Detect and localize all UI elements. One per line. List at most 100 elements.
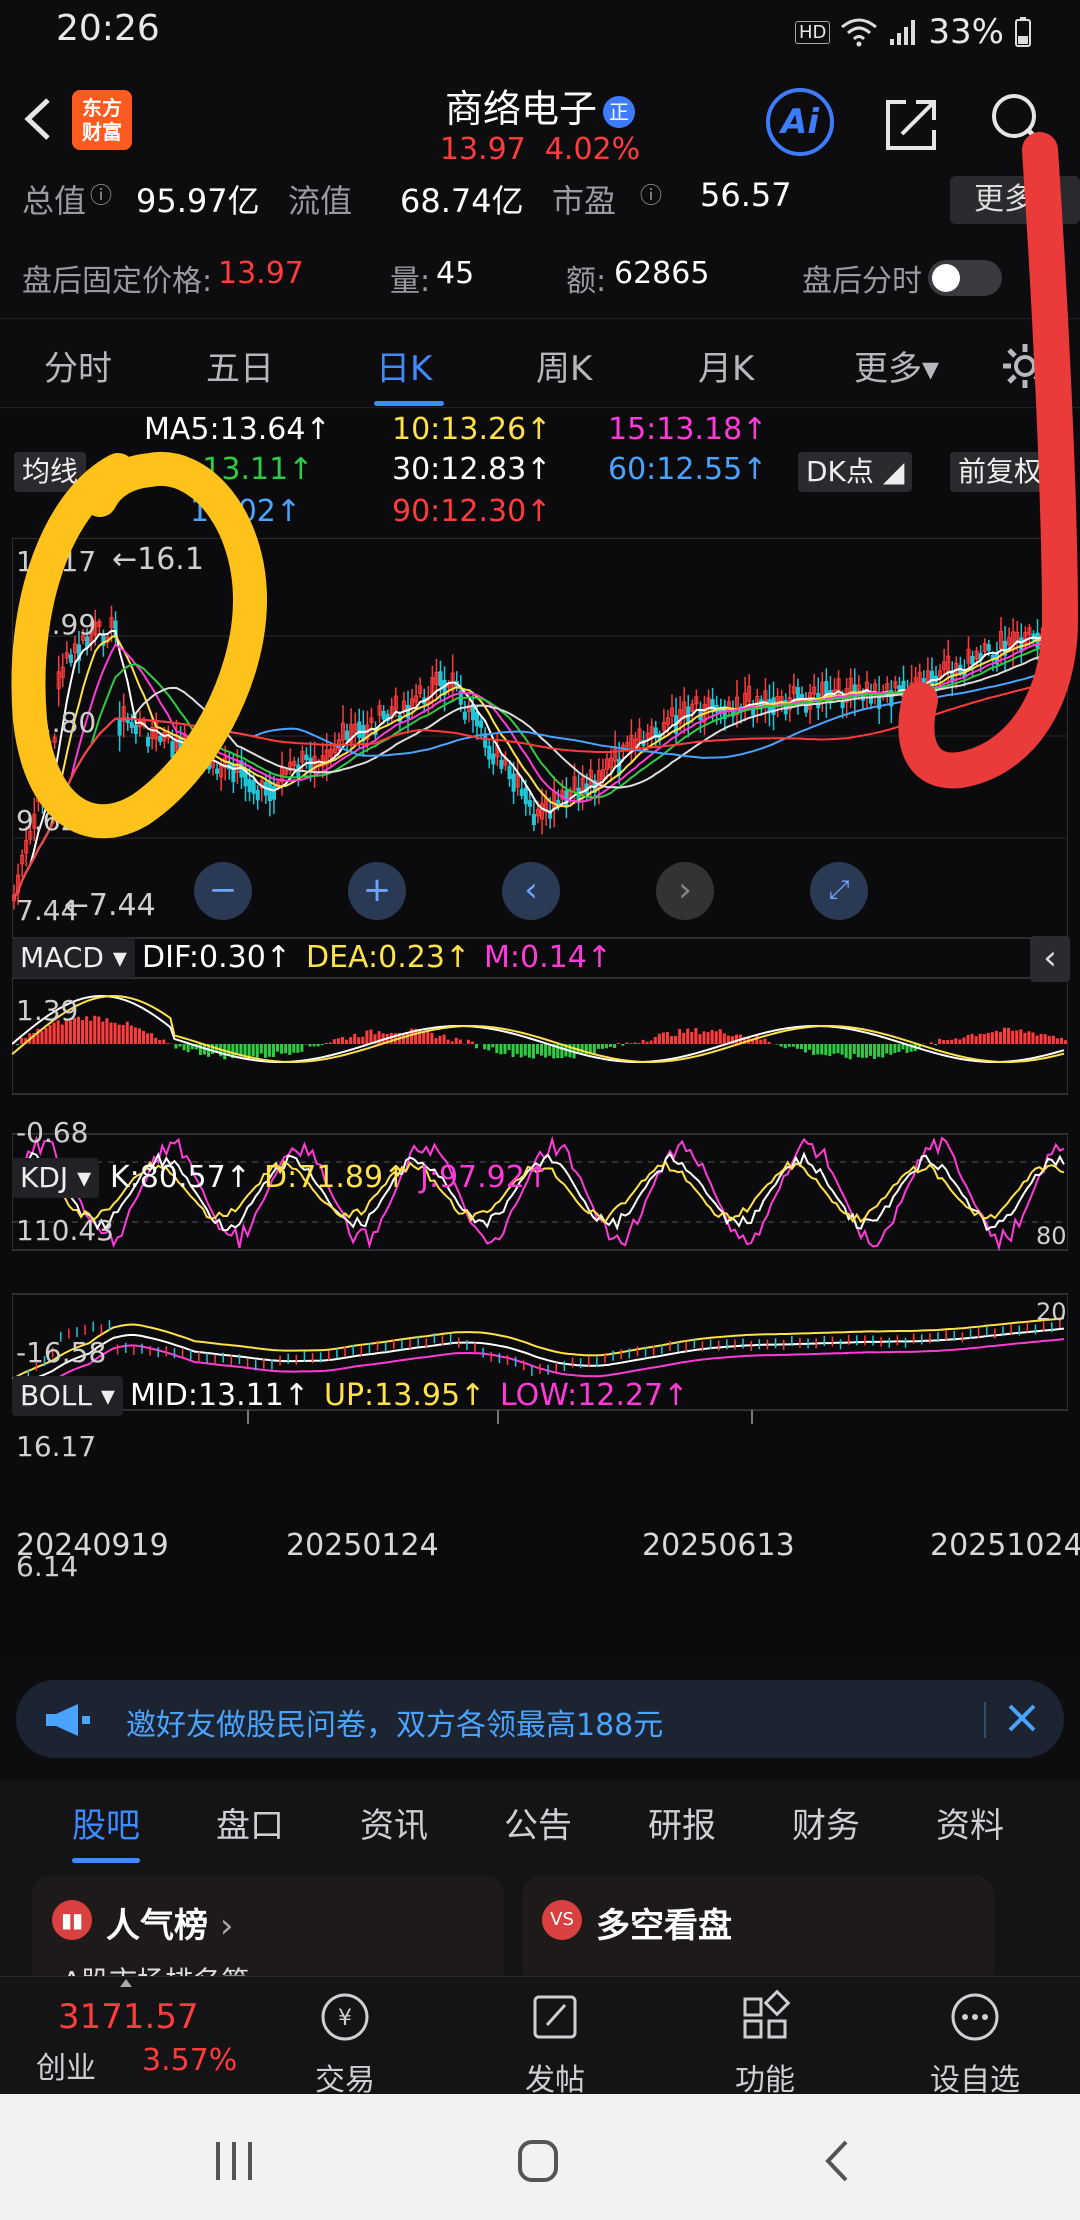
- nav-add-watchlist-label: 设自选: [930, 2063, 1020, 2098]
- recent-apps-icon[interactable]: [204, 2136, 264, 2186]
- active-tab-underline: [374, 401, 444, 406]
- macd-indicator-select[interactable]: MACD ▾: [12, 938, 135, 978]
- tab-five-day[interactable]: 五日: [206, 341, 274, 390]
- total-value-label: 总值: [22, 182, 87, 220]
- tab-intraday[interactable]: 分时: [44, 341, 112, 390]
- kdj-axis-top: 110.43: [16, 1214, 114, 1247]
- bull-bear-card[interactable]: VS 多空看盘: [522, 1876, 994, 1976]
- edit-icon: [533, 1995, 577, 2039]
- kdj-indicator-select[interactable]: KDJ ▾: [12, 1158, 100, 1198]
- nav-trade-label: 交易: [315, 2063, 375, 2098]
- tab-guba[interactable]: 股吧: [72, 1798, 140, 1847]
- tab-announcements[interactable]: 公告: [504, 1798, 572, 1847]
- status-icons: HD 33%: [795, 12, 1032, 52]
- share-icon[interactable]: [880, 92, 944, 156]
- zoom-in-button[interactable]: +: [348, 862, 406, 920]
- pe-info-icon[interactable]: ⓘ: [640, 178, 662, 210]
- gear-icon[interactable]: [1000, 341, 1050, 391]
- gridlines: [12, 538, 1068, 1424]
- stock-header: 东方 财富 商络电子正 13.97 4.02% Ai: [0, 64, 1080, 176]
- search-icon[interactable]: [986, 88, 1050, 152]
- volume-value: 45: [436, 256, 475, 291]
- nav-add-watchlist[interactable]: 设自选: [900, 1987, 1050, 2099]
- kdj-axis-bottom: -16.58: [16, 1336, 107, 1369]
- max-price-marker: ←16.1: [112, 542, 204, 577]
- nav-functions[interactable]: 功能: [690, 1987, 840, 2099]
- ma-label: 均线: [22, 455, 79, 488]
- tab-research[interactable]: 研报: [648, 1798, 716, 1847]
- promo-banner[interactable]: 邀好友做股民问卷，双方各领最高188元: [16, 1680, 1064, 1758]
- bull-bear-title: 多空看盘: [596, 1906, 732, 1946]
- tab-news[interactable]: 资讯: [360, 1798, 428, 1847]
- megaphone-icon: [46, 1704, 90, 1736]
- tab-weekly-k[interactable]: 周K: [536, 341, 592, 390]
- adjust-mode-button[interactable]: 前复权: [950, 452, 1051, 492]
- wifi-icon: [841, 18, 878, 47]
- popularity-card[interactable]: ▮▮ 人气榜 › A股市场排名第: [32, 1876, 504, 1976]
- pe-label: 市盈: [552, 182, 617, 220]
- legend-ma60: 60:12.55↑: [608, 452, 768, 487]
- float-value-label: 流值: [288, 182, 353, 220]
- nav-trade[interactable]: ¥ 交易: [270, 1987, 420, 2099]
- scroll-left-button[interactable]: ‹: [502, 862, 560, 920]
- amount-value: 62865: [614, 256, 710, 291]
- boll-indicator-select[interactable]: BOLL ▾: [12, 1376, 123, 1416]
- date-label-1: 20240919: [16, 1528, 169, 1563]
- kline-chart-area[interactable]: MA5:13.64↑ 10:13.26↑ 15:13.18↑ 均线 20:13.…: [0, 410, 1080, 1660]
- kdj-ref-80: 80: [1036, 1222, 1067, 1250]
- macd-plot: [12, 994, 1067, 1064]
- collapse-panel-button[interactable]: ‹: [1030, 936, 1070, 982]
- content-tabs: 股吧 盘口 资讯 公告 研报 财务 资料: [0, 1780, 1080, 1866]
- status-bar: 20:26 HD 33%: [0, 0, 1080, 64]
- date-label-3: 20250613: [642, 1528, 795, 1563]
- after-hours-price-label: 盘后固定价格:: [22, 264, 213, 299]
- boll-name: BOLL: [20, 1379, 92, 1412]
- tab-pankou[interactable]: 盘口: [216, 1798, 284, 1847]
- grid-icon: [743, 1989, 791, 2039]
- ai-assistant-icon[interactable]: Ai: [766, 88, 834, 156]
- tab-daily-k[interactable]: 日K: [376, 341, 432, 390]
- legend-ma15: 15:13.18↑: [608, 412, 768, 447]
- zoom-out-button[interactable]: −: [194, 862, 252, 920]
- info-icon[interactable]: ⓘ: [90, 178, 112, 210]
- axis-level-2: 13.99: [16, 608, 97, 641]
- date-label-2: 20250124: [286, 1528, 439, 1563]
- nav-post[interactable]: 发帖: [480, 1987, 630, 2099]
- popularity-subtitle: A股市场排名第: [62, 1960, 249, 1976]
- home-icon[interactable]: [508, 2136, 568, 2186]
- candlestick-plot: [12, 595, 1068, 910]
- more-button[interactable]: 更多: [950, 176, 1080, 224]
- fullscreen-button[interactable]: ⤢: [810, 862, 868, 920]
- active-section-underline: [72, 1858, 140, 1863]
- kdj-name: KDJ: [20, 1161, 69, 1194]
- popularity-title: 人气榜 ›: [106, 1906, 234, 1946]
- tab-finance[interactable]: 财务: [792, 1798, 860, 1847]
- min-price-marker-text: ←7.44: [63, 888, 156, 923]
- stock-name-text: 商络电子: [444, 87, 597, 131]
- scroll-right-button[interactable]: ›: [656, 862, 714, 920]
- tab-profile[interactable]: 资料: [936, 1798, 1004, 1847]
- tab-more[interactable]: 更多▾: [854, 341, 939, 390]
- back-icon[interactable]: [808, 2136, 868, 2186]
- macd-axis-top: 1.39: [16, 994, 79, 1027]
- axis-level-4: 9.62: [16, 804, 79, 837]
- ma-settings-button[interactable]: 均线: [14, 452, 87, 492]
- tab-monthly-k[interactable]: 月K: [698, 341, 754, 390]
- kdj-d: D:71.89↑: [264, 1160, 409, 1195]
- index-change-pct: 3.57%: [142, 2043, 238, 2078]
- legend-ma90: 90:12.30↑: [392, 494, 552, 529]
- nav-post-label: 发帖: [525, 2063, 585, 2098]
- amount-label: 额:: [566, 264, 607, 299]
- status-time: 20:26: [56, 8, 160, 49]
- index-value: 3171.57: [58, 1997, 199, 2037]
- more-dots-icon: [951, 1993, 999, 2041]
- index-name: 创业: [36, 2051, 96, 2086]
- banner-divider: [984, 1702, 986, 1738]
- close-icon[interactable]: [1002, 1698, 1042, 1738]
- feature-cards: ▮▮ 人气榜 › A股市场排名第 VS 多空看盘: [0, 1866, 1080, 1976]
- boll-low: LOW:12.27↑: [500, 1378, 689, 1413]
- dk-point-button[interactable]: DK点 ◢: [798, 452, 913, 492]
- kdj-ref-20: 20: [1036, 1298, 1067, 1326]
- legend-ma-extra: 12.02↑: [190, 494, 302, 529]
- after-hours-toggle[interactable]: [928, 260, 1002, 296]
